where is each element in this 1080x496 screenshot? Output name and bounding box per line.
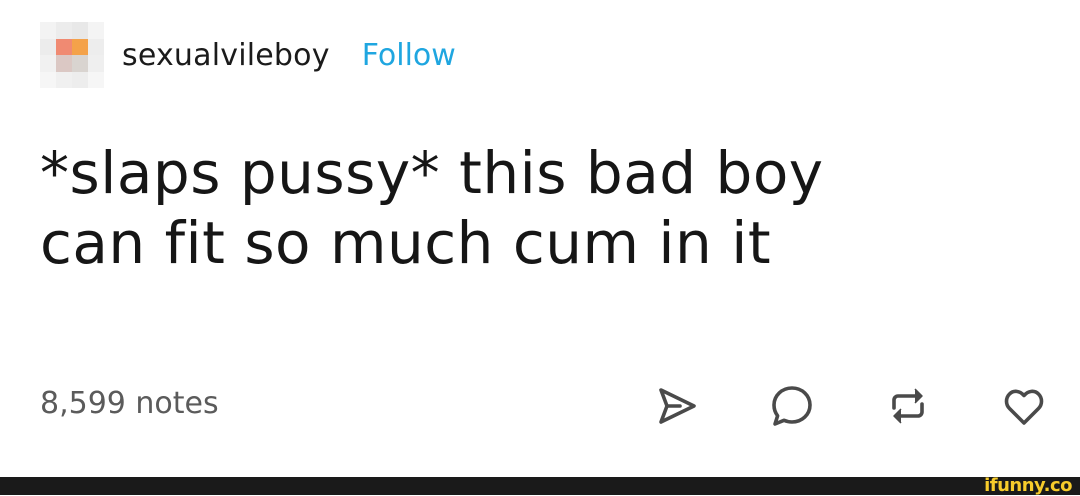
avatar-pixel (40, 22, 56, 39)
share-button[interactable] (650, 380, 702, 432)
avatar-pixel (40, 71, 56, 88)
avatar-pixel (72, 22, 88, 39)
avatar-pixel (56, 22, 72, 39)
post-text: *slaps pussy* this bad boy can fit so mu… (40, 138, 1040, 278)
avatar-pixel (88, 55, 104, 72)
avatar-pixel (72, 55, 88, 72)
username[interactable]: sexualvileboy (122, 38, 330, 73)
reblog-button[interactable] (882, 380, 934, 432)
post-actions (586, 380, 1050, 432)
user-avatar[interactable] (40, 22, 104, 88)
post-text-line-1: *slaps pussy* this bad boy (40, 139, 824, 207)
avatar-pixel (56, 71, 72, 88)
reply-icon (772, 386, 812, 426)
post-text-line-2: can fit so much cum in it (40, 209, 772, 277)
like-icon (1004, 389, 1044, 425)
like-button[interactable] (998, 380, 1050, 432)
post-footer: 8,599 notes (40, 380, 1050, 430)
reply-button[interactable] (766, 380, 818, 432)
follow-button[interactable]: Follow (362, 38, 456, 73)
avatar-pixel (72, 38, 88, 55)
avatar-pixel (56, 38, 72, 55)
avatar-pixel (88, 71, 104, 88)
avatar-pixel (88, 38, 104, 55)
avatar-pixel (40, 38, 56, 55)
avatar-pixel (56, 55, 72, 72)
notes-count[interactable]: 8,599 notes (40, 386, 219, 421)
avatar-pixel (88, 22, 104, 39)
post-header: sexualvileboy Follow (40, 22, 456, 88)
share-icon (659, 388, 696, 424)
avatar-pixel (40, 55, 56, 72)
watermark-bar: ifunny.co (0, 477, 1080, 495)
tumblr-post: sexualvileboy Follow *slaps pussy* this … (0, 0, 1080, 477)
reblog-icon (892, 388, 924, 424)
ifunny-watermark: ifunny.co (984, 475, 1072, 496)
avatar-pixel (72, 71, 88, 88)
